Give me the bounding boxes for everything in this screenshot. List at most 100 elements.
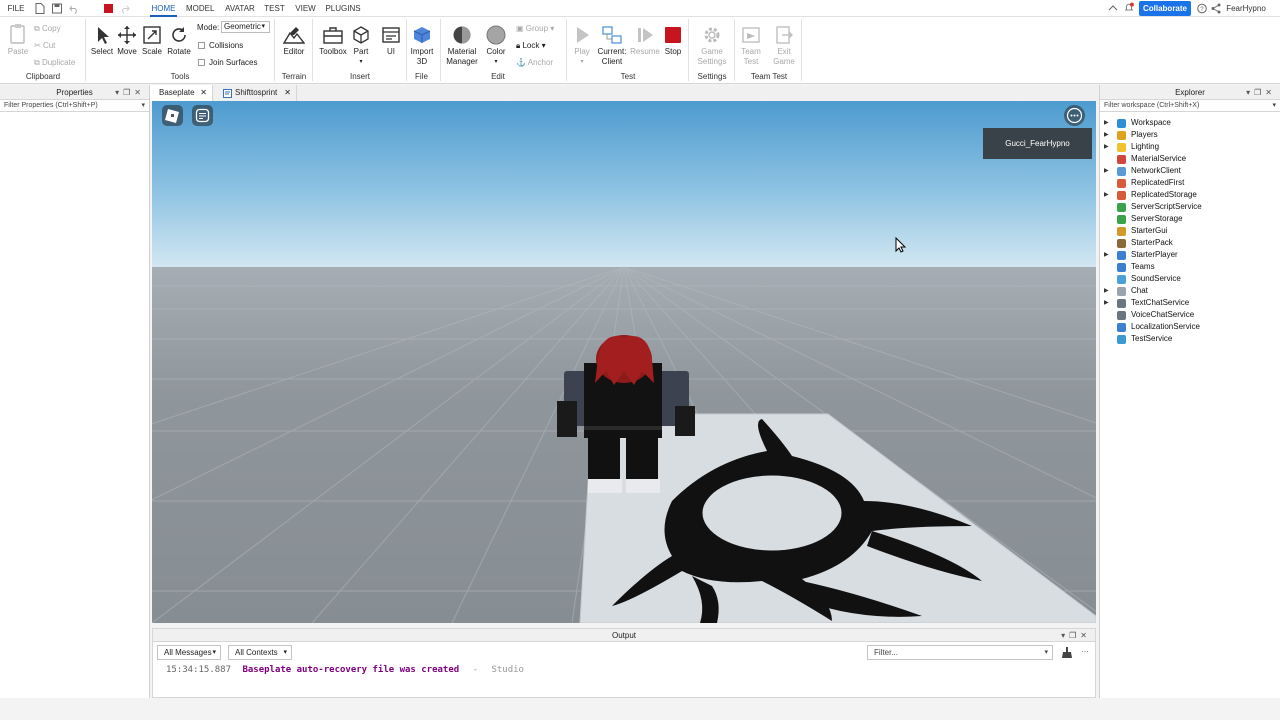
undo-icon[interactable] xyxy=(69,3,79,14)
share-icon[interactable] xyxy=(1108,3,1118,14)
tree-item-starterpack[interactable]: StarterPack xyxy=(1100,237,1278,249)
team-test-button[interactable]: Team Test xyxy=(738,25,764,67)
file-menu[interactable]: FILE xyxy=(5,0,27,17)
lock-button[interactable]: 🔒︎ Lock ▾ xyxy=(516,40,546,51)
tree-item-networkclient[interactable]: ▶ NetworkClient xyxy=(1100,165,1278,177)
terrain-editor-button[interactable]: Editor xyxy=(280,25,308,57)
save-icon[interactable] xyxy=(52,3,62,14)
import-3d-button[interactable]: Import 3D xyxy=(407,25,437,67)
expand-arrow-icon[interactable]: ▶ xyxy=(1104,165,1109,177)
tree-item-localizationservice[interactable]: LocalizationService xyxy=(1100,321,1278,333)
explorer-filter-input[interactable]: Filter workspace (Ctrl+Shift+X) ▾ xyxy=(1100,100,1280,112)
resume-button[interactable]: Resume xyxy=(629,25,661,57)
bell-icon[interactable] xyxy=(1124,2,1134,13)
select-button[interactable]: Select xyxy=(89,25,115,57)
tree-item-chat[interactable]: ▶ Chat xyxy=(1100,285,1278,297)
expand-arrow-icon[interactable]: ▶ xyxy=(1104,129,1109,141)
part-button[interactable]: Part ▾ xyxy=(349,25,373,67)
material-manager-button[interactable]: Material Manager xyxy=(444,25,480,67)
more-options-button[interactable] xyxy=(1064,105,1085,126)
tab-plugins[interactable]: PLUGINS xyxy=(325,0,361,17)
duplicate-button[interactable]: ⧉ Duplicate xyxy=(34,57,75,68)
anchor-button[interactable]: ⚓ Anchor xyxy=(516,57,553,68)
move-button[interactable]: Move xyxy=(114,25,140,57)
tree-item-lighting[interactable]: ▶ Lighting xyxy=(1100,141,1278,153)
tab-avatar[interactable]: AVATAR xyxy=(224,0,256,17)
mode-dropdown[interactable]: Geometric ▾ xyxy=(221,21,270,33)
copy-button[interactable]: ⧉ Copy xyxy=(34,23,61,34)
play-button[interactable]: Play ▾ xyxy=(568,25,596,67)
tab-view[interactable]: VIEW xyxy=(294,0,317,17)
exit-game-button[interactable]: Exit Game xyxy=(771,25,797,67)
expand-arrow-icon[interactable]: ▶ xyxy=(1104,285,1109,297)
mouse-cursor-icon xyxy=(895,237,907,253)
redo-icon[interactable] xyxy=(120,3,130,14)
tab-baseplate[interactable]: Baseplate ✕ xyxy=(150,85,213,101)
tab-model[interactable]: MODEL xyxy=(186,0,214,17)
toolbox-button[interactable]: Toolbox xyxy=(317,25,349,57)
collaborate-button[interactable]: Collaborate xyxy=(1139,1,1191,16)
expand-arrow-icon[interactable]: ▶ xyxy=(1104,249,1109,261)
help-icon[interactable]: ? xyxy=(1197,3,1207,14)
tree-item-replicatedfirst[interactable]: ReplicatedFirst xyxy=(1100,177,1278,189)
tab-home[interactable]: HOME xyxy=(150,0,177,17)
tree-item-materialservice[interactable]: MaterialService xyxy=(1100,153,1278,165)
test-group-label: Test xyxy=(620,72,636,81)
tree-item-startergui[interactable]: StarterGui xyxy=(1100,225,1278,237)
tree-item-workspace[interactable]: ▶ Workspace xyxy=(1100,117,1278,129)
tree-item-testservice[interactable]: TestService xyxy=(1100,333,1278,345)
close-icon[interactable]: ✕ xyxy=(200,85,207,101)
current-client-button[interactable]: Current: Client xyxy=(596,25,628,67)
group-button[interactable]: ▣ Group ▾ xyxy=(516,23,554,34)
log-entry[interactable]: 15:34:15.887 Baseplate auto-recovery fil… xyxy=(166,665,524,675)
more-icon[interactable]: ⋯ xyxy=(1081,647,1089,656)
close-icon[interactable]: ✕ xyxy=(284,85,291,101)
tree-item-serverstorage[interactable]: ServerStorage xyxy=(1100,213,1278,225)
contexts-filter-dropdown[interactable]: All Contexts ▾ xyxy=(228,645,292,660)
cut-button[interactable]: ✂ Cut xyxy=(34,40,55,51)
3d-viewport[interactable]: Gucci_FearHypno xyxy=(152,101,1096,623)
tree-item-textchatservice[interactable]: ▶ TextChatService xyxy=(1100,297,1278,309)
username[interactable]: FearHypno xyxy=(1224,0,1268,17)
tree-item-replicatedstorage[interactable]: ▶ ReplicatedStorage xyxy=(1100,189,1278,201)
chat-button[interactable] xyxy=(192,105,213,126)
messages-filter-dropdown[interactable]: All Messages ▾ xyxy=(157,645,221,660)
collisions-checkbox[interactable]: Collisions xyxy=(198,40,243,51)
tab-shifttosprint[interactable]: Shifttosprint ✕ xyxy=(213,85,297,101)
expand-arrow-icon[interactable]: ▶ xyxy=(1104,117,1109,129)
resume-icon xyxy=(638,28,653,42)
new-file-icon[interactable] xyxy=(35,3,45,14)
stop-square-icon xyxy=(665,27,681,43)
panel-controls-icon[interactable]: ▾❐✕ xyxy=(1061,629,1091,642)
file-group-label: File xyxy=(415,72,428,81)
tools-group-label: Tools xyxy=(170,72,190,81)
tree-item-teams[interactable]: Teams xyxy=(1100,261,1278,273)
stop-button[interactable]: Stop xyxy=(661,25,685,57)
expand-arrow-icon[interactable]: ▶ xyxy=(1104,297,1109,309)
properties-filter-input[interactable]: Filter Properties (Ctrl+Shift+P) ▾ xyxy=(0,100,149,112)
expand-arrow-icon[interactable]: ▶ xyxy=(1104,189,1109,201)
checkbox-icon xyxy=(198,59,205,66)
ui-button[interactable]: UI xyxy=(379,25,403,57)
tree-item-starterplayer[interactable]: ▶ StarterPlayer xyxy=(1100,249,1278,261)
paste-button[interactable]: Paste xyxy=(4,23,32,57)
player-name-tag[interactable]: Gucci_FearHypno xyxy=(983,128,1092,159)
color-button[interactable]: Color ▾ xyxy=(483,25,509,67)
tree-item-serverscriptservice[interactable]: ServerScriptService xyxy=(1100,201,1278,213)
panel-controls-icon[interactable]: ▾❐✕ xyxy=(1246,85,1276,100)
expand-arrow-icon[interactable]: ▶ xyxy=(1104,141,1109,153)
tree-item-voicechatservice[interactable]: VoiceChatService xyxy=(1100,309,1278,321)
stop-icon[interactable] xyxy=(104,4,113,13)
scale-button[interactable]: Scale xyxy=(139,25,165,57)
output-filter-input[interactable]: Filter... ▾ xyxy=(867,645,1053,660)
share-profile-icon[interactable] xyxy=(1211,3,1221,14)
roblox-menu-button[interactable] xyxy=(162,105,183,126)
game-settings-button[interactable]: Game Settings xyxy=(694,25,730,67)
rotate-button[interactable]: Rotate xyxy=(165,25,193,57)
panel-controls-icon[interactable]: ▾❐✕ xyxy=(115,85,145,100)
tab-test[interactable]: TEST xyxy=(263,0,286,17)
clear-output-icon[interactable] xyxy=(1061,646,1073,659)
join-surfaces-checkbox[interactable]: Join Surfaces xyxy=(198,57,257,68)
tree-item-soundservice[interactable]: SoundService xyxy=(1100,273,1278,285)
tree-item-players[interactable]: ▶ Players xyxy=(1100,129,1278,141)
